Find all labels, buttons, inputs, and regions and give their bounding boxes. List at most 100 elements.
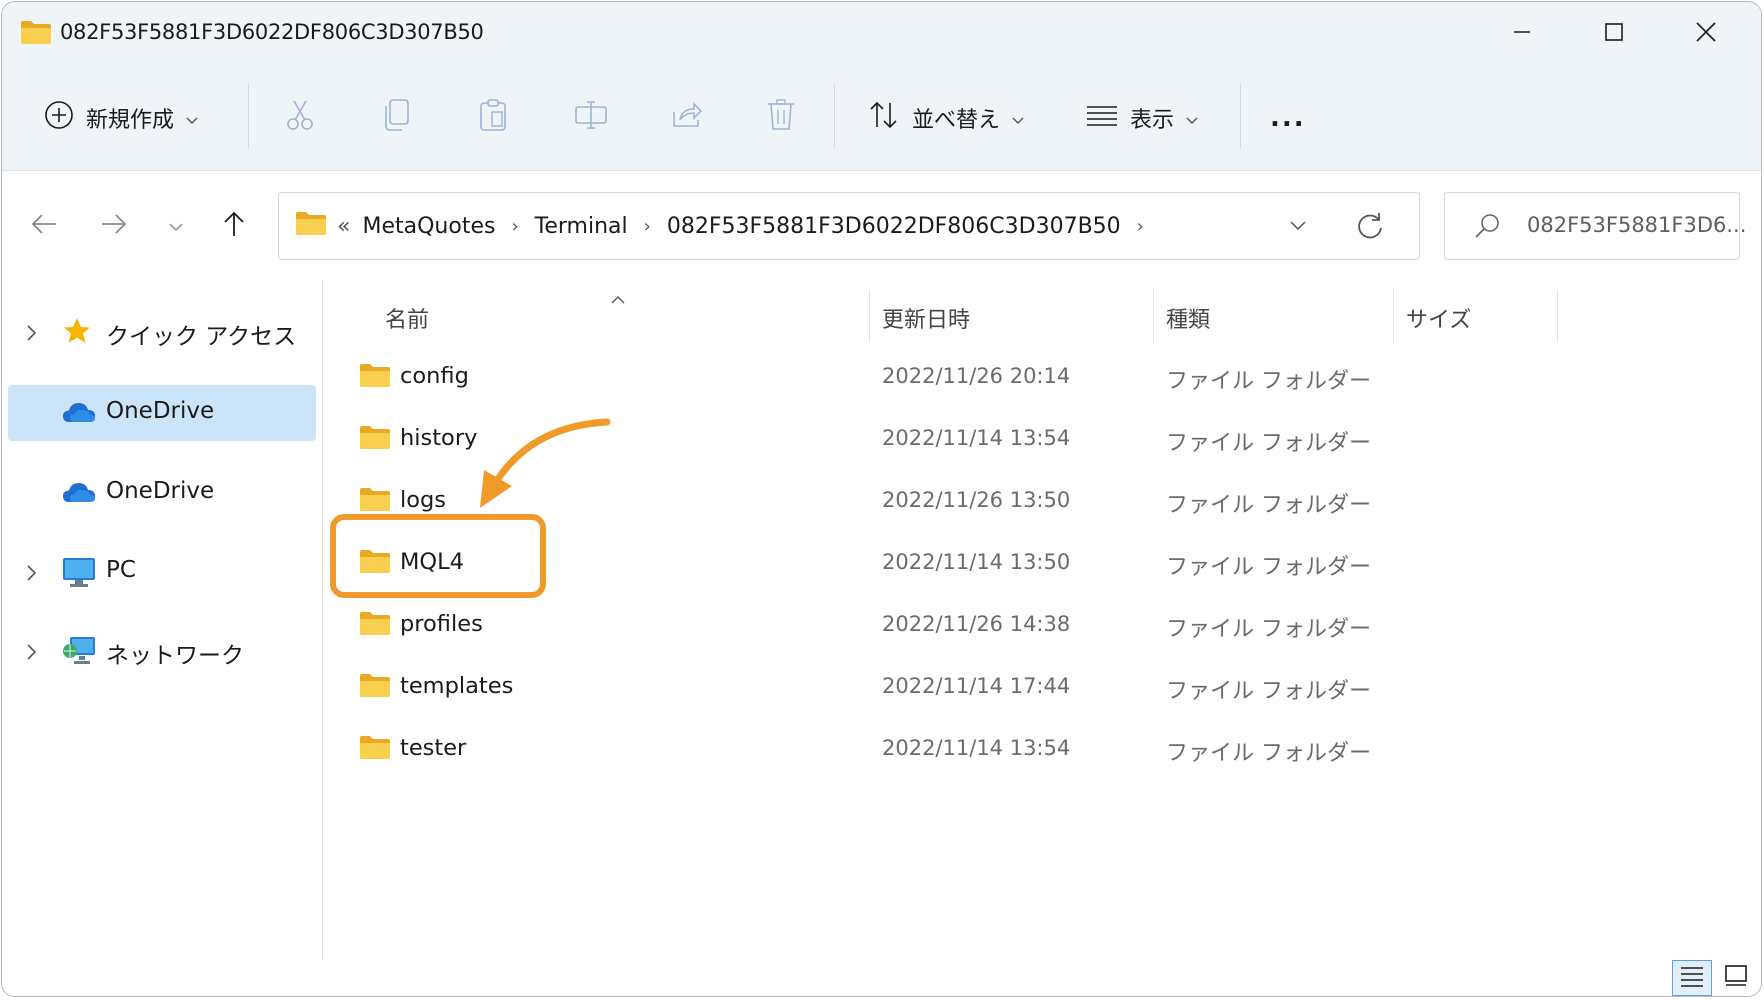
window-title: 082F53F5881F3D6022DF806C3D307B50 [60,20,484,44]
sort-button[interactable]: 並べ替え [868,90,1024,146]
copy-button[interactable] [382,90,412,146]
more-options-label: ... [1270,103,1306,133]
toolbar-separator [834,84,835,148]
sort-button-label: 並べ替え [912,108,1001,133]
column-header-size[interactable]: サイズ [1406,302,1471,334]
minimize-button[interactable] [1476,2,1568,62]
breadcrumb-item-current[interactable]: 082F53F5881F3D6022DF806C3D307B50 [667,214,1121,239]
breadcrumb-item-metaquotes[interactable]: MetaQuotes [362,214,495,239]
recent-locations-button[interactable] [156,206,196,246]
details-view-button[interactable] [1672,960,1712,996]
file-name: tester [400,735,467,761]
column-header-type[interactable]: 種類 [1166,302,1210,334]
file-row-config[interactable]: config 2022/11/26 20:14 ファイル フォルダー [323,346,1761,406]
large-icons-view-button[interactable] [1716,960,1756,996]
search-input[interactable]: 082F53F5881F3D6... [1444,192,1746,260]
file-type: ファイル フォルダー [1166,369,1371,394]
paste-button[interactable] [478,90,508,146]
chevron-down-icon [169,217,183,236]
sidebar-item-label: ネットワーク [106,643,244,669]
file-type: ファイル フォルダー [1166,493,1371,518]
folder-icon [20,19,52,49]
folder-icon [359,734,391,766]
file-row-profiles[interactable]: profiles 2022/11/26 14:38 ファイル フォルダー [323,594,1761,654]
chevron-right-icon[interactable]: › [1137,216,1144,237]
status-bar [2,958,1761,996]
share-icon [670,100,704,136]
address-history-icon[interactable] [1289,217,1307,236]
file-modified: 2022/11/26 13:50 [882,488,1071,512]
file-name: profiles [400,611,483,637]
file-name: templates [400,673,514,699]
sidebar-item-pc[interactable]: PC [8,544,316,600]
new-button[interactable]: 新規作成 [44,90,198,146]
maximize-button[interactable] [1568,2,1660,62]
onedrive-icon [62,481,96,509]
column-header-name[interactable]: 名前 [385,302,429,334]
clipboard-icon [478,98,508,138]
pc-icon [62,556,96,594]
chevron-right-icon[interactable] [26,641,38,667]
search-placeholder: 082F53F5881F3D6... [1527,213,1747,237]
column-header-modified[interactable]: 更新日時 [882,302,970,334]
delete-button[interactable] [766,90,796,146]
breadcrumb: « MetaQuotes › Terminal › 082F53F5881F3D… [295,193,1154,259]
column-divider[interactable] [1393,290,1394,342]
title-bar: 082F53F5881F3D6022DF806C3D307B50 [2,2,1761,62]
share-button[interactable] [670,90,704,146]
column-divider[interactable] [1153,290,1154,342]
trash-icon [766,98,796,138]
refresh-icon[interactable] [1355,211,1385,245]
sidebar-item-onedrive-personal[interactable]: OneDrive [8,385,316,441]
column-divider[interactable] [1557,290,1558,342]
chevron-right-icon[interactable] [26,562,38,588]
chevron-down-icon [186,106,198,131]
file-list: 名前 更新日時 種類 サイズ config 2022/11/26 20:14 フ… [323,280,1761,960]
cut-button[interactable] [284,90,316,146]
chevron-down-icon [1012,106,1024,131]
more-options-button[interactable]: ... [1270,90,1306,146]
breadcrumb-overflow-button[interactable]: « [337,214,350,239]
rename-icon [574,100,608,136]
folder-icon [359,362,391,394]
sidebar-item-label: OneDrive [106,398,215,424]
address-bar[interactable]: « MetaQuotes › Terminal › 082F53F5881F3D… [278,192,1420,260]
sort-arrows-icon [868,100,900,136]
copy-icon [382,98,412,138]
toolbar-separator [248,84,249,148]
close-button[interactable] [1660,2,1752,62]
arrow-up-icon [222,210,246,242]
window-chrome: 082F53F5881F3D6022DF806C3D307B50 新規作成 並べ… [2,2,1761,171]
address-row: « MetaQuotes › Terminal › 082F53F5881F3D… [2,170,1761,280]
chevron-right-icon[interactable] [26,322,38,348]
forward-button[interactable] [94,206,134,246]
file-row-tester[interactable]: tester 2022/11/14 13:54 ファイル フォルダー [323,718,1761,778]
chevron-right-icon[interactable]: › [511,216,518,237]
arrow-left-icon [30,212,58,240]
file-row-templates[interactable]: templates 2022/11/14 17:44 ファイル フォルダー [323,656,1761,716]
rename-button[interactable] [574,90,608,146]
file-type: ファイル フォルダー [1166,431,1371,456]
command-bar: 新規作成 並べ替え 表示 ... [2,76,1761,160]
file-modified: 2022/11/26 14:38 [882,612,1071,636]
sort-ascending-icon [610,286,626,311]
sidebar-item-onedrive[interactable]: OneDrive [8,465,316,521]
sidebar-item-quick-access[interactable]: クイック アクセス [8,304,316,360]
file-modified: 2022/11/14 13:54 [882,426,1071,450]
sidebar-item-label: PC [106,557,136,583]
view-button[interactable]: 表示 [1086,90,1198,146]
breadcrumb-item-terminal[interactable]: Terminal [535,214,628,239]
file-modified: 2022/11/14 13:50 [882,550,1071,574]
sidebar-item-label: OneDrive [106,478,215,504]
toolbar-separator [1240,84,1241,148]
column-divider[interactable] [869,290,870,342]
file-type: ファイル フォルダー [1166,555,1371,580]
back-button[interactable] [24,206,64,246]
mql4-highlight-box [330,514,546,598]
up-button[interactable] [214,206,254,246]
onedrive-icon [62,401,96,429]
chevron-right-icon[interactable]: › [644,216,651,237]
details-view-icon [1679,965,1705,991]
view-button-label: 表示 [1130,108,1175,133]
sidebar-item-network[interactable]: ネットワーク [8,623,316,679]
